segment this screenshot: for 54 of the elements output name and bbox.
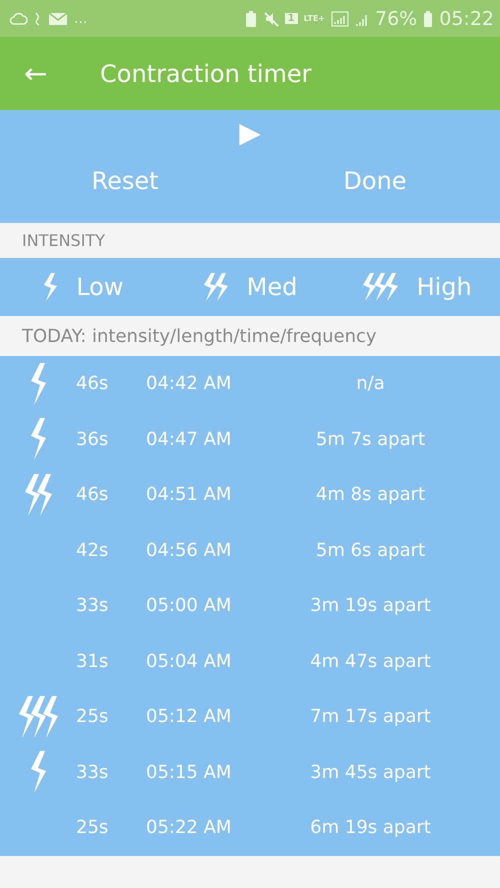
time-cell-text: 04:47 AM bbox=[146, 428, 232, 450]
lightning-icon bbox=[43, 273, 58, 301]
length-cell-text: 25s bbox=[76, 706, 110, 728]
battery-saver-icon bbox=[244, 10, 257, 26]
time-cell-text: 05:22 AM bbox=[146, 817, 232, 838]
done-button[interactable]: Done bbox=[250, 167, 500, 195]
time-cell-text: 04:42 AM bbox=[146, 373, 232, 394]
lightning-icon bbox=[362, 273, 399, 301]
intensity-icon bbox=[18, 696, 58, 738]
length-cell-text: 31s bbox=[76, 650, 110, 672]
battery-icon bbox=[423, 10, 434, 26]
intensity-button[interactable]: High bbox=[333, 273, 500, 301]
frequency-cell-text: 3m 45s apart bbox=[309, 762, 432, 783]
frequency-cell-text: 4m 8s apart bbox=[314, 484, 426, 506]
frequency-cell-text: 3m 19s apart bbox=[309, 595, 432, 616]
sim-indicator: 1 bbox=[284, 13, 298, 24]
length-cell-text: 46s bbox=[76, 484, 110, 506]
time-cell-text: 04:56 AM bbox=[146, 540, 232, 561]
frequency-cell-text: 4m 47s apart bbox=[309, 650, 432, 672]
time-cell-text: 05:12 AM bbox=[146, 706, 232, 728]
reset-button[interactable]: Reset bbox=[0, 167, 250, 195]
time-cell-text: 04:51 AM bbox=[146, 484, 232, 506]
lightning-icon bbox=[202, 273, 229, 301]
frequency-cell-text: n/a bbox=[355, 373, 386, 394]
length-cell-text: 46s bbox=[76, 373, 110, 394]
battery-percent: 76% bbox=[375, 8, 418, 30]
signal-icon bbox=[331, 10, 349, 26]
mail-icon bbox=[48, 12, 68, 26]
play-button[interactable]: ▶ bbox=[233, 116, 267, 149]
more-notifications: ... bbox=[74, 10, 88, 26]
squiggle-icon bbox=[34, 12, 42, 26]
intensity-button[interactable]: Low bbox=[0, 273, 167, 301]
intensity-icon bbox=[30, 362, 46, 405]
time-cell-text: 05:04 AM bbox=[146, 650, 232, 672]
time-cell-text: 05:15 AM bbox=[146, 762, 232, 783]
length-cell-text: 42s bbox=[76, 540, 110, 561]
frequency-cell-text: 5m 6s apart bbox=[314, 540, 426, 561]
time-cell-text: 05:00 AM bbox=[146, 595, 232, 616]
clock: 05:22 bbox=[439, 8, 494, 30]
length-cell-text: 33s bbox=[76, 762, 110, 783]
length-cell-text: 33s bbox=[76, 595, 110, 616]
mute-icon bbox=[262, 10, 279, 26]
length-cell-text: 36s bbox=[76, 428, 110, 450]
back-button[interactable]: ← bbox=[0, 57, 100, 90]
frequency-cell-text: 5m 7s apart bbox=[314, 428, 426, 450]
frequency-cell-text: 7m 17s apart bbox=[309, 706, 432, 728]
intensity-button[interactable]: Med bbox=[166, 273, 334, 301]
network-type: LTE+ bbox=[304, 14, 325, 23]
screen-title: Contraction timer bbox=[100, 60, 312, 88]
intensity-icon bbox=[30, 418, 46, 460]
frequency-cell-text: 6m 19s apart bbox=[309, 817, 432, 838]
intensity-icon bbox=[24, 474, 52, 516]
intensity-icon bbox=[30, 751, 46, 794]
length-cell-text: 25s bbox=[76, 817, 110, 838]
